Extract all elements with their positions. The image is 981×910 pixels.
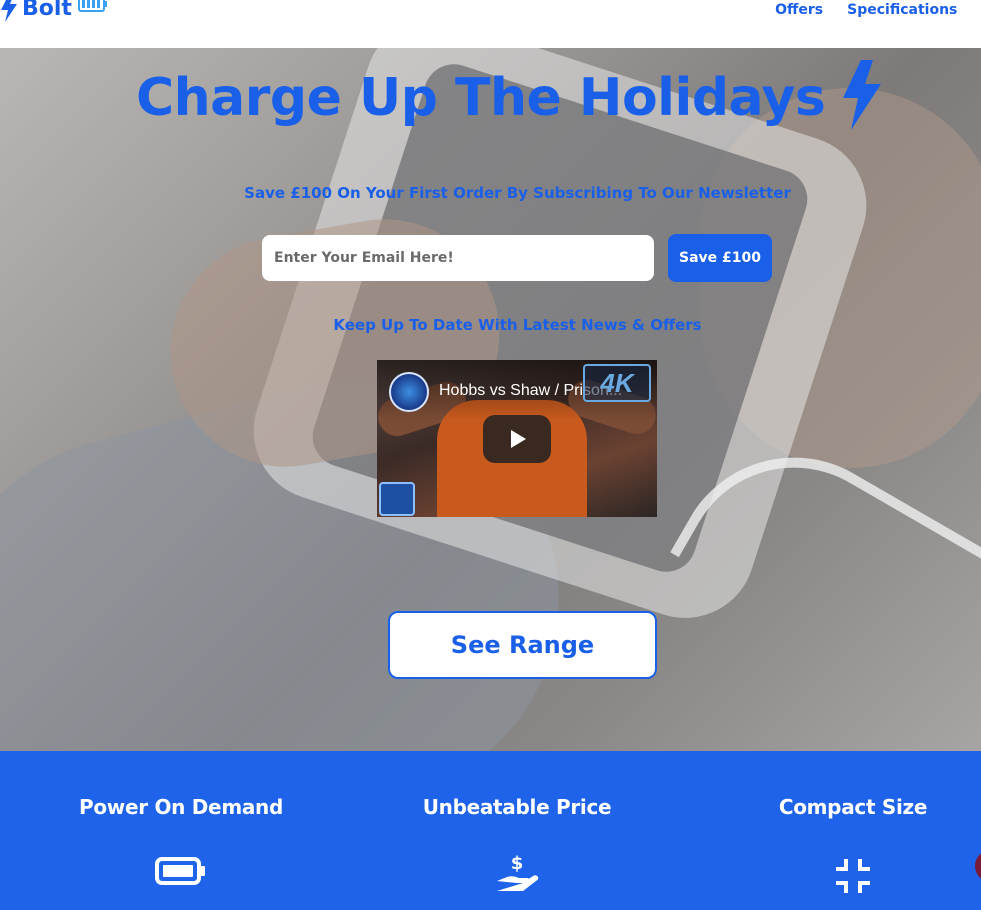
save-button[interactable]: Save £100 <box>668 234 772 282</box>
feature-title: Compact Size <box>778 795 928 819</box>
news-text: Keep Up To Date With Latest News & Offer… <box>333 316 702 334</box>
play-icon <box>511 430 526 448</box>
feature-title: Unbeatable Price <box>422 795 612 819</box>
svg-text:$: $ <box>511 853 524 874</box>
lightning-bolt-icon <box>1 0 17 22</box>
nav-link-specifications[interactable]: Specifications <box>847 2 957 18</box>
see-range-button[interactable]: See Range <box>388 611 657 679</box>
play-button[interactable] <box>483 415 551 463</box>
battery-icon <box>77 0 107 12</box>
video-4k-badge: 4K <box>583 364 651 402</box>
hero-title-text: Charge Up The Holidays <box>136 68 826 128</box>
nav-link-offers[interactable]: Offers <box>775 2 823 18</box>
dollar-hand-icon: $ <box>497 853 539 891</box>
battery-icon <box>155 857 205 885</box>
email-input[interactable] <box>262 235 654 281</box>
brand-logo[interactable]: Bolt <box>0 0 108 22</box>
video-player[interactable]: Hobbs vs Shaw / Prison... 4K <box>377 360 657 517</box>
features-section: Power On Demand Unbeatable Price $ Compa… <box>0 751 981 910</box>
hero-section: Charge Up The Holidays Save £100 On Your… <box>0 48 981 751</box>
nav-links: Offers Specifications D <box>775 2 981 18</box>
lightning-bolt-icon <box>843 60 882 130</box>
chat-widget-tab[interactable] <box>975 850 981 882</box>
feature-title: Power On Demand <box>78 795 284 819</box>
film-logo-icon <box>379 482 415 516</box>
channel-logo-icon[interactable] <box>389 372 429 412</box>
brand-name: Bolt <box>22 0 72 21</box>
hero-title: Charge Up The Holidays <box>136 60 883 130</box>
compress-icon <box>836 859 870 893</box>
navbar: Bolt Offers Specifications D <box>0 0 981 48</box>
newsletter-subtitle: Save £100 On Your First Order By Subscri… <box>244 184 791 202</box>
